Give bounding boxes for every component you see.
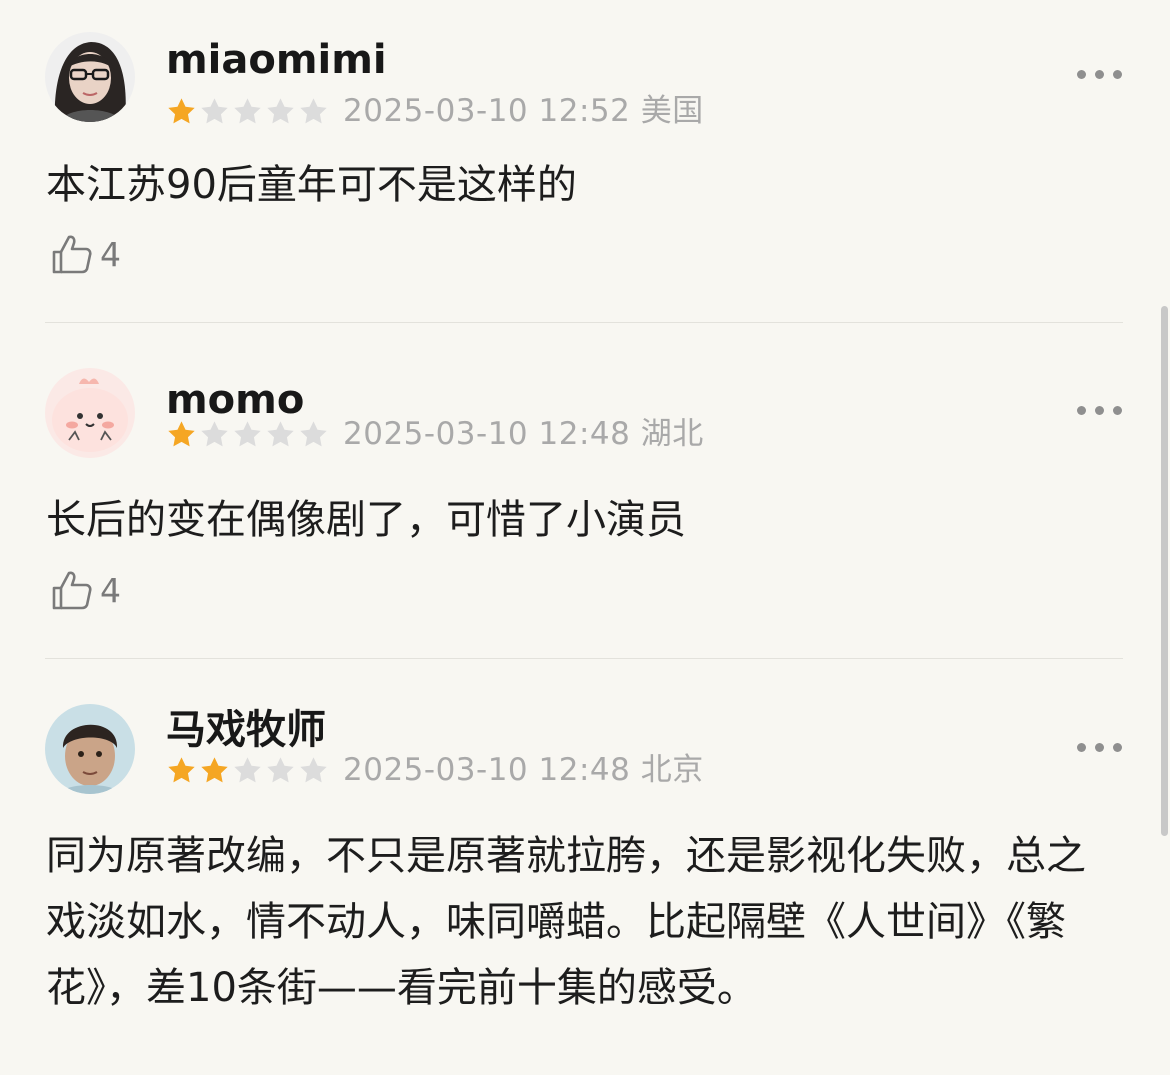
dot-icon — [1095, 70, 1104, 79]
dot-icon — [1113, 70, 1122, 79]
dot-icon — [1077, 743, 1086, 752]
star-empty-icon — [201, 97, 228, 123]
comment-meta: 2025-03-10 12:52 美国 — [166, 93, 704, 129]
comment-date-location: 2025-03-10 12:48 湖北 — [343, 415, 704, 452]
comment-date-location: 2025-03-10 12:52 美国 — [343, 92, 704, 129]
comment-text: 本江苏90后童年可不是这样的 — [46, 162, 577, 208]
like-count: 4 — [100, 570, 121, 610]
dot-icon — [1113, 743, 1122, 752]
username[interactable]: 马戏牧师 — [166, 710, 326, 750]
star-empty-icon — [267, 756, 294, 782]
dot-icon — [1095, 406, 1104, 415]
dot-icon — [1077, 406, 1086, 415]
comment-meta: 2025-03-10 12:48 湖北 — [166, 416, 704, 452]
star-empty-icon — [234, 756, 261, 782]
username[interactable]: momo — [166, 380, 304, 420]
dot-icon — [1113, 406, 1122, 415]
star-rating — [166, 419, 329, 450]
star-empty-icon — [267, 97, 294, 123]
more-options-button[interactable] — [1077, 70, 1122, 79]
woman-glasses-avatar-icon — [45, 32, 135, 122]
thumbs-up-icon — [52, 235, 92, 274]
like-button[interactable]: 4 — [50, 232, 121, 276]
star-filled-icon — [168, 97, 195, 123]
dot-icon — [1077, 70, 1086, 79]
like-count: 4 — [100, 234, 121, 274]
comment-item: momo 2025-03-10 12:48 湖北 长后的变在偶像剧了，可惜了小演… — [0, 323, 1170, 659]
comment-text: 长后的变在偶像剧了，可惜了小演员 — [46, 497, 686, 543]
star-empty-icon — [300, 756, 327, 782]
comment-text: 同为原著改编，不只是原著就拉胯，还是影视化失败，总之戏淡如水，情不动人，味同嚼蜡… — [46, 833, 1086, 1011]
scrollbar[interactable] — [1161, 306, 1168, 836]
star-empty-icon — [234, 97, 261, 123]
pink-cartoon-avatar-icon — [45, 368, 135, 458]
avatar[interactable] — [45, 32, 135, 122]
comment-meta: 2025-03-10 12:48 北京 — [166, 752, 704, 788]
star-filled-icon — [201, 756, 228, 782]
comment-list: miaomimi 2025-03-10 12:52 美国 本江苏90后童年可不是… — [0, 0, 1170, 1011]
star-rating — [166, 96, 329, 127]
child-photo-avatar-icon — [45, 704, 135, 794]
star-empty-icon — [300, 420, 327, 446]
star-empty-icon — [234, 420, 261, 446]
star-rating — [166, 755, 329, 786]
more-options-button[interactable] — [1077, 743, 1122, 752]
username[interactable]: miaomimi — [166, 40, 387, 80]
star-filled-icon — [168, 420, 195, 446]
star-empty-icon — [267, 420, 294, 446]
comment-item: 马戏牧师 2025-03-10 12:48 北京 同为原著改编，不只是原著就拉胯… — [0, 659, 1170, 1011]
star-empty-icon — [201, 420, 228, 446]
thumbs-up-icon — [52, 571, 92, 610]
star-filled-icon — [168, 756, 195, 782]
comment-date-location: 2025-03-10 12:48 北京 — [343, 751, 704, 788]
more-options-button[interactable] — [1077, 406, 1122, 415]
comment-item: miaomimi 2025-03-10 12:52 美国 本江苏90后童年可不是… — [0, 0, 1170, 323]
dot-icon — [1095, 743, 1104, 752]
avatar[interactable] — [45, 704, 135, 794]
avatar[interactable] — [45, 368, 135, 458]
like-button[interactable]: 4 — [50, 568, 121, 612]
star-empty-icon — [300, 97, 327, 123]
